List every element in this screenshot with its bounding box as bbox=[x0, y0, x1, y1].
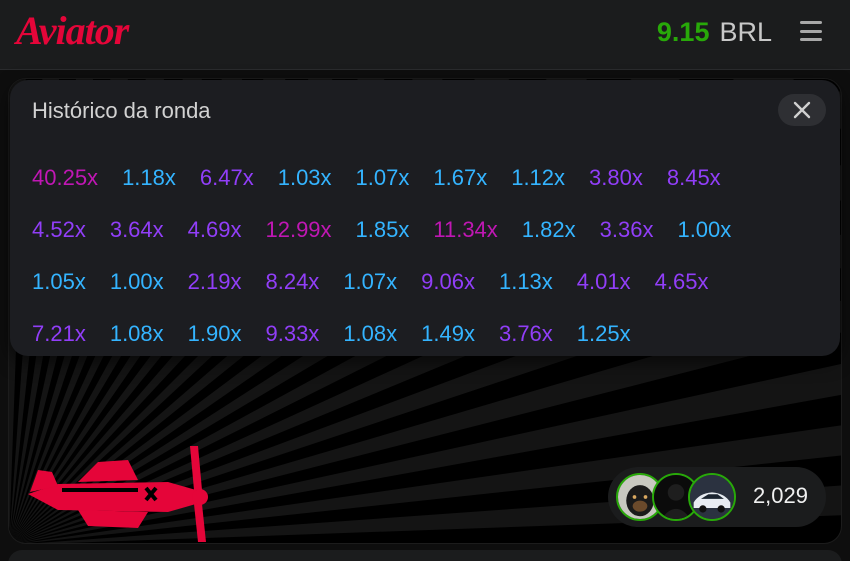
multiplier-value: 12.99x bbox=[265, 217, 332, 242]
menu-line bbox=[800, 38, 822, 41]
multiplier-value: 1.82x bbox=[521, 217, 576, 242]
multiplier-value: 1.90x bbox=[187, 321, 242, 346]
history-row: 4.52x 3.64x 4.69x 12.99x 1.85x 11.34x 1.82x 3.3… bbox=[32, 204, 822, 256]
multiplier-value: 2.19x bbox=[187, 269, 242, 294]
history-row: 1.05x 1.00x 2.19x 8.24x 1.07x 9.06x 1.13x 4.01x… bbox=[32, 256, 822, 308]
multiplier-value: 1.05x bbox=[32, 269, 86, 294]
balance-display: 9.15 BRL bbox=[657, 16, 772, 48]
balance-amount: 9.15 bbox=[656, 17, 710, 47]
multiplier-value: 1.25x bbox=[576, 321, 631, 346]
close-button[interactable] bbox=[778, 94, 826, 126]
players-online[interactable]: 2,029 bbox=[608, 467, 826, 527]
balance-currency: BRL bbox=[719, 17, 772, 47]
aviator-logo: Aviator bbox=[16, 8, 129, 53]
multiplier-value: 1.49x bbox=[421, 321, 475, 346]
history-row: 40.25x 1.18x 6.47x 1.03x 1.07x 1.67x 1.12x 3.80… bbox=[32, 152, 822, 204]
multiplier-value: 1.18x bbox=[122, 165, 176, 190]
multiplier-value: 8.24x bbox=[265, 269, 320, 294]
multiplier-value: 4.65x bbox=[654, 269, 709, 294]
player-avatars bbox=[616, 473, 736, 521]
close-icon bbox=[793, 101, 811, 119]
multiplier-value: 3.80x bbox=[589, 165, 643, 190]
multiplier-value: 1.00x bbox=[109, 269, 164, 294]
multiplier-value: 1.00x bbox=[677, 217, 732, 242]
multiplier-value: 8.45x bbox=[666, 165, 721, 190]
multiplier-value: 11.34x bbox=[433, 217, 498, 242]
round-history-panel: Histórico da ronda 40.25x 1.18x 6.47x 1.03x… bbox=[10, 80, 840, 356]
multiplier-value: 3.76x bbox=[498, 321, 553, 346]
multiplier-value: 3.64x bbox=[109, 217, 164, 242]
hamburger-menu-icon[interactable] bbox=[800, 21, 822, 41]
multiplier-value: 9.06x bbox=[421, 269, 475, 294]
history-row: 7.21x 1.08x 1.90x 9.33x 1.08x 1.49x 3.76x 1.25x bbox=[32, 308, 822, 360]
multiplier-value: 4.01x bbox=[576, 269, 631, 294]
car-avatar bbox=[688, 473, 736, 521]
multiplier-value: 9.33x bbox=[265, 321, 320, 346]
multiplier-value: 1.07x bbox=[355, 165, 410, 190]
multiplier-value: 1.85x bbox=[355, 217, 410, 242]
multiplier-value: 40.25x bbox=[32, 165, 99, 190]
multiplier-value: 1.07x bbox=[343, 269, 398, 294]
multiplier-value: 1.12x bbox=[511, 165, 566, 190]
red-plane-icon bbox=[28, 446, 208, 542]
multiplier-value: 1.67x bbox=[433, 165, 488, 190]
multiplier-value: 1.08x bbox=[109, 321, 164, 346]
bet-panel-edge bbox=[8, 550, 842, 561]
multiplier-value: 1.03x bbox=[277, 165, 332, 190]
multiplier-value: 1.13x bbox=[498, 269, 553, 294]
players-count: 2,029 bbox=[752, 483, 808, 508]
multiplier-value: 7.21x bbox=[32, 321, 86, 346]
multiplier-value: 3.36x bbox=[599, 217, 654, 242]
multiplier-value: 1.08x bbox=[343, 321, 398, 346]
top-bar: Aviator 9.15 BRL bbox=[0, 0, 850, 70]
multiplier-value: 6.47x bbox=[199, 165, 254, 190]
menu-line bbox=[800, 29, 822, 33]
multiplier-grid: 40.25x 1.18x 6.47x 1.03x 1.07x 1.67x 1.12x 3.80… bbox=[32, 152, 822, 360]
multiplier-value: 4.69x bbox=[187, 217, 242, 242]
history-title: Histórico da ronda bbox=[32, 98, 211, 123]
multiplier-value: 4.52x bbox=[32, 217, 86, 242]
menu-line bbox=[800, 21, 822, 24]
